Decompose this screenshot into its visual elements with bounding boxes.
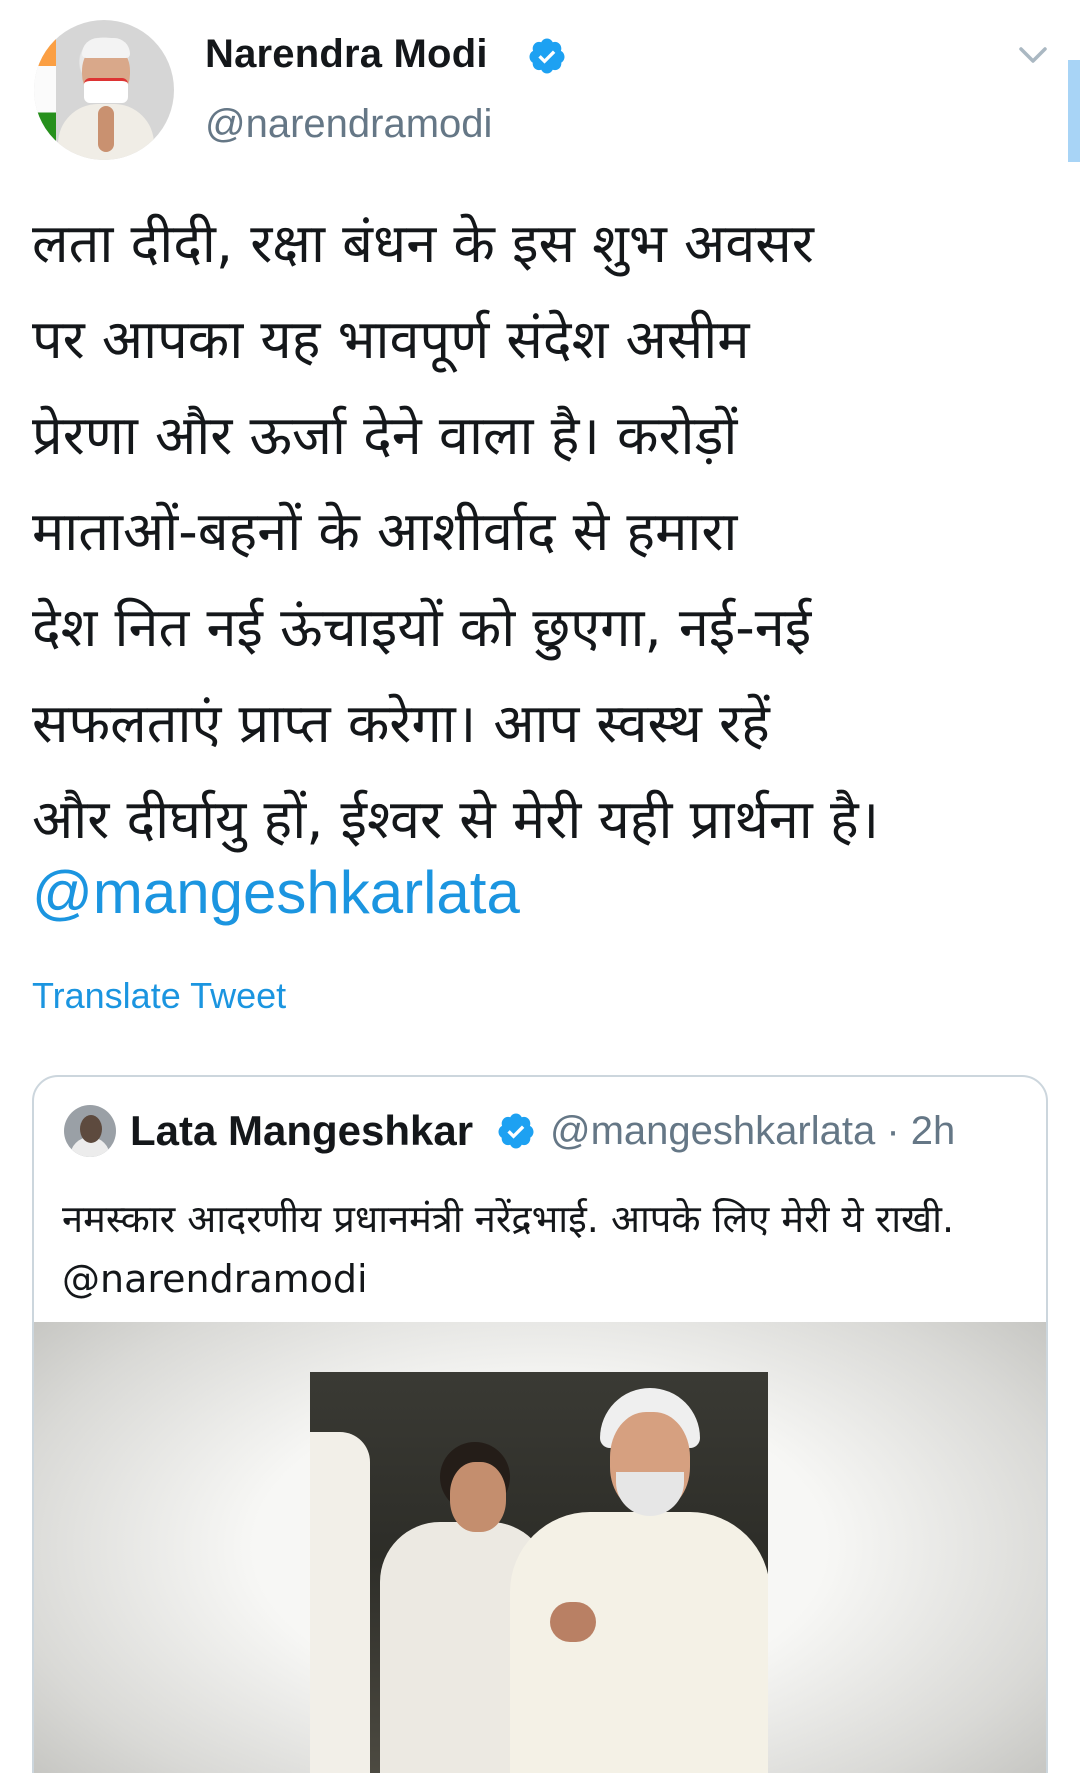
media-photo (310, 1372, 768, 1773)
quoted-author-name: Lata Mangeshkar (130, 1107, 474, 1154)
verified-badge-icon (498, 1113, 534, 1149)
quoted-tweet-time: 2h (910, 1109, 956, 1153)
tweet-detail-screen: Narendra Modi @narendramodi लता दीदी, रक… (0, 0, 1080, 1773)
chevron-down-icon[interactable] (1018, 44, 1048, 68)
author-avatar[interactable] (34, 20, 174, 160)
avatar-hands (98, 106, 114, 152)
tweet-text: लता दीदी, रक्षा बंधन के इस शुभ अवसर पर आ… (32, 212, 880, 851)
quoted-author-avatar (64, 1105, 116, 1157)
photo-figure (450, 1462, 506, 1532)
avatar-face (80, 1115, 102, 1143)
scroll-indicator (1068, 60, 1080, 162)
verified-badge-icon (529, 38, 565, 74)
quoted-tweet-meta: @mangeshkarlata · 2h (550, 1109, 955, 1154)
photo-figure (616, 1472, 684, 1516)
avatar-mask (84, 78, 128, 103)
quoted-author-handle: @mangeshkarlata (550, 1109, 876, 1153)
mention-link[interactable]: @mangeshkarlata (32, 858, 520, 927)
author-handle[interactable]: @narendramodi (205, 102, 492, 147)
quoted-tweet-text: नमस्कार आदरणीय प्रधानमंत्री नरेंद्रभाई. … (62, 1197, 955, 1301)
avatar-hair (82, 38, 130, 58)
flag-background (34, 20, 56, 160)
translate-tweet-link[interactable]: Translate Tweet (32, 975, 286, 1017)
photo-figure (550, 1602, 596, 1642)
photo-figure (510, 1512, 768, 1773)
quoted-tweet-media[interactable] (34, 1322, 1046, 1773)
photo-figure (310, 1432, 370, 1773)
meta-separator: · (886, 1109, 900, 1153)
quoted-tweet-card[interactable]: Lata Mangeshkar @mangeshkarlata · 2h नमस… (32, 1075, 1048, 1773)
author-name[interactable]: Narendra Modi (205, 32, 488, 77)
